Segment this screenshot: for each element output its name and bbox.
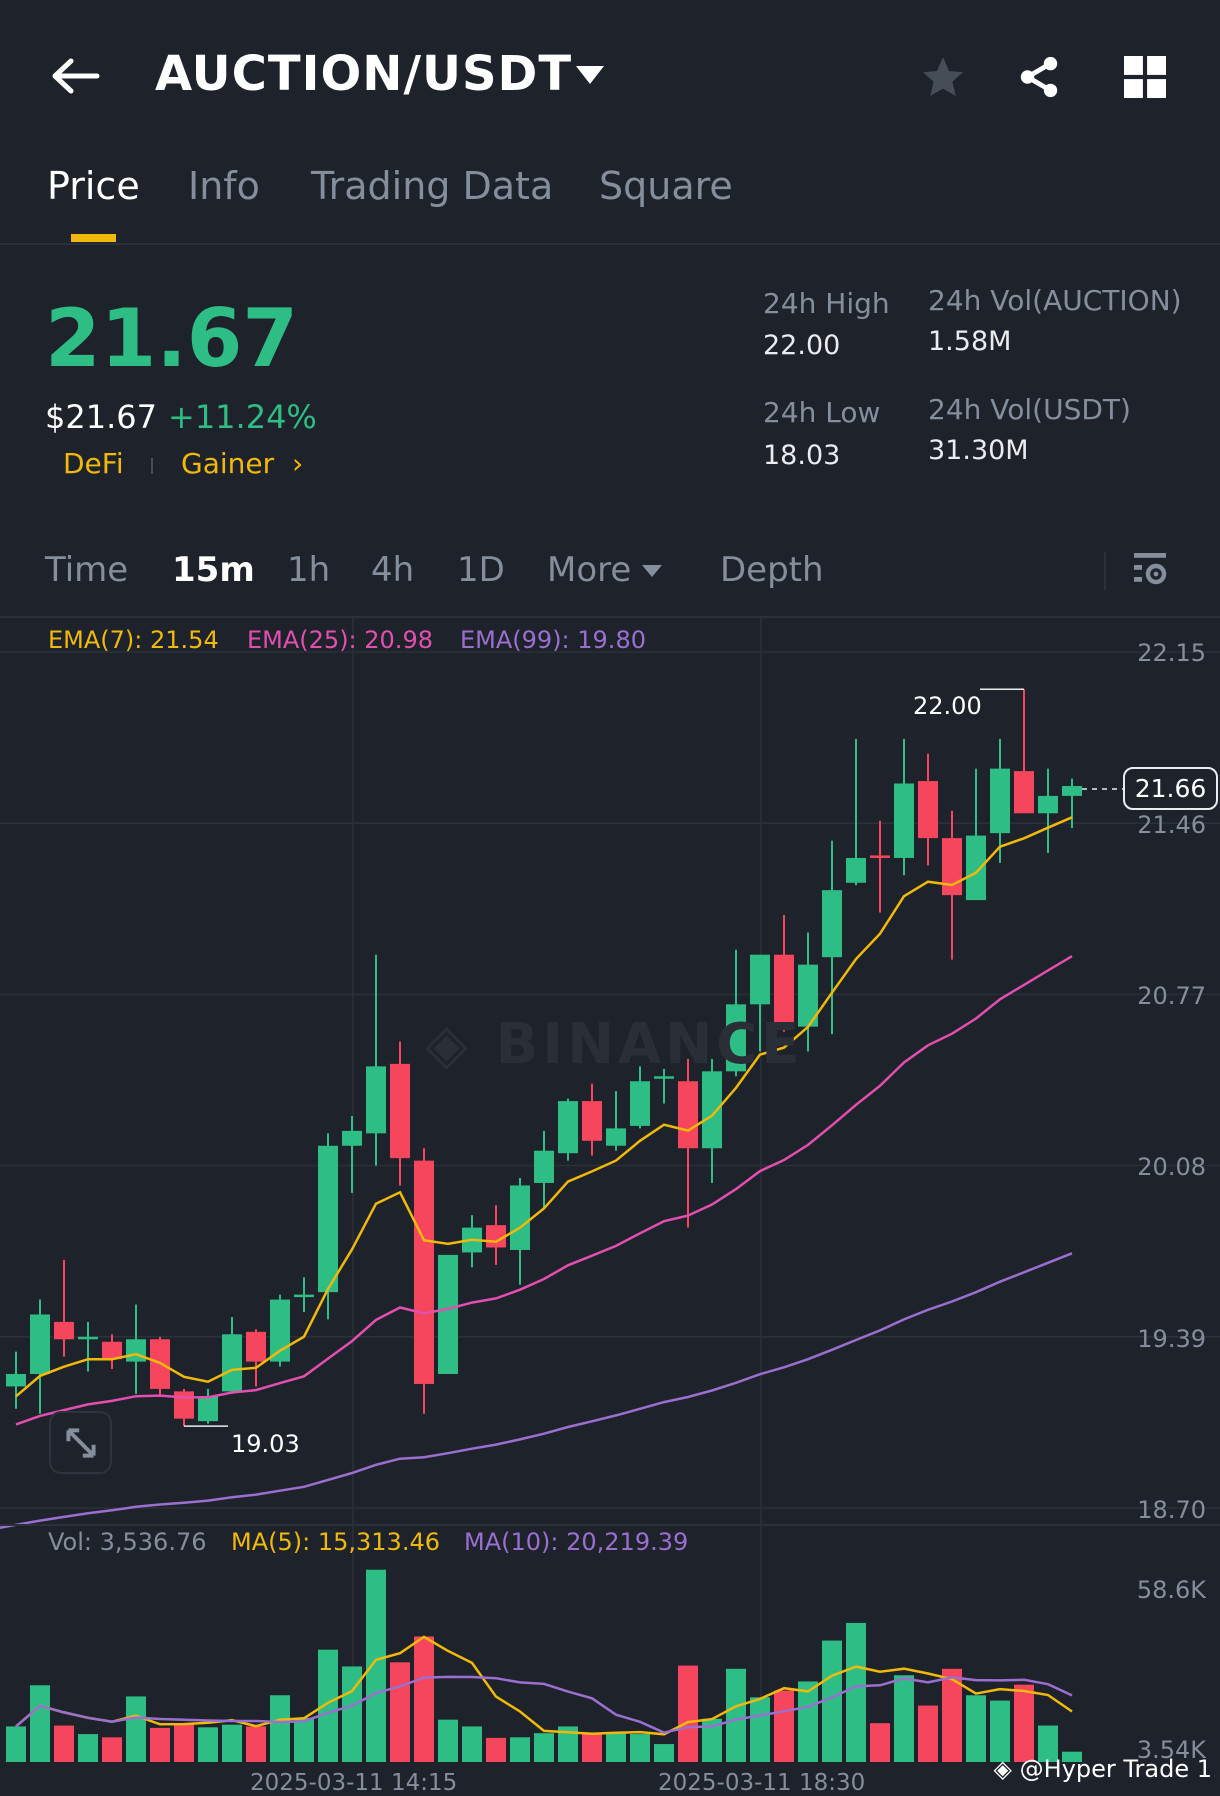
candle-body — [918, 781, 938, 839]
volume-bar — [534, 1733, 554, 1762]
volume-axis-label: 58.6K — [1136, 1576, 1206, 1604]
candle-body — [942, 838, 962, 896]
credit-watermark: ◈ @Hyper Trade 1 — [993, 1755, 1212, 1783]
candle-body — [366, 1066, 386, 1134]
candle-body — [126, 1339, 146, 1362]
volume-bar — [726, 1668, 746, 1762]
volume-bar — [750, 1697, 770, 1762]
volume-bar — [198, 1727, 218, 1762]
price-axis-label: 22.15 — [1137, 639, 1206, 667]
price-axis-label: 19.39 — [1137, 1325, 1206, 1353]
volume-bar — [894, 1675, 914, 1762]
volume-bar — [846, 1622, 866, 1762]
candle-body — [702, 1071, 722, 1149]
volume-bar — [270, 1695, 290, 1762]
volume-bar — [246, 1726, 266, 1762]
volume-bar — [102, 1737, 122, 1762]
fullscreen-expand-icon[interactable] — [49, 1411, 112, 1474]
ema99-legend: EMA(99): 19.80 — [460, 626, 646, 654]
volume-bar — [966, 1695, 986, 1762]
price-axis-label: 20.77 — [1137, 982, 1206, 1010]
candle-body — [894, 783, 914, 858]
volume-bar — [414, 1636, 434, 1762]
ema25-legend: EMA(25): 20.98 — [247, 626, 433, 654]
candle-body — [222, 1334, 242, 1392]
candle-body — [246, 1331, 266, 1362]
volume-bar — [510, 1737, 530, 1762]
volume-bar — [126, 1696, 146, 1762]
volume-bar — [438, 1719, 458, 1762]
candle-body — [1038, 795, 1058, 814]
candle-body — [294, 1294, 314, 1298]
price-axis-label: 21.46 — [1137, 811, 1206, 839]
candle-body — [606, 1128, 626, 1146]
volume-bar — [462, 1726, 482, 1762]
current-price-tag: 21.66 — [1123, 767, 1218, 810]
volume-bar — [798, 1681, 818, 1762]
candle-body — [870, 855, 890, 858]
candle-body — [438, 1254, 458, 1375]
candle-body — [558, 1101, 578, 1154]
candle-body — [822, 890, 842, 958]
candle-body — [750, 954, 770, 1005]
volume-bar — [6, 1726, 26, 1762]
volume-bar — [678, 1665, 698, 1762]
candle-body — [414, 1160, 434, 1384]
watermark-text: BINANCE — [495, 1012, 804, 1077]
candle-body — [990, 768, 1010, 834]
candle-body — [6, 1374, 26, 1387]
high-marker-label: 22.00 — [913, 692, 982, 720]
x-axis-label: 2025-03-11 18:30 — [658, 1770, 866, 1796]
candle-body — [582, 1101, 602, 1141]
volume-bar — [606, 1732, 626, 1762]
ma10-legend: MA(10): 20,219.39 — [464, 1528, 689, 1556]
ema7-line — [15, 816, 1073, 1398]
volume-bar — [30, 1685, 50, 1762]
volume-bar — [918, 1705, 938, 1762]
volume-bar — [774, 1690, 794, 1762]
candle-body — [78, 1336, 98, 1340]
candle-body — [318, 1145, 338, 1293]
volume-bar — [54, 1725, 74, 1762]
candle-body — [342, 1130, 362, 1146]
candle-body — [510, 1185, 530, 1250]
volume-bar — [870, 1723, 890, 1762]
volume-bar — [654, 1744, 674, 1762]
candle-body — [966, 835, 986, 901]
candle-body — [270, 1299, 290, 1362]
volume-bar — [150, 1727, 170, 1762]
volume-legend: Vol: 3,536.76 — [48, 1528, 207, 1556]
volume-bar — [990, 1700, 1010, 1762]
volume-bar — [630, 1734, 650, 1762]
volume-bar — [390, 1662, 410, 1762]
volume-bar — [582, 1734, 602, 1762]
candle-body — [390, 1063, 410, 1159]
volume-bar — [174, 1724, 194, 1762]
candle-body — [174, 1391, 194, 1419]
volume-bar — [222, 1724, 242, 1762]
ma5-legend: MA(5): 15,313.46 — [231, 1528, 440, 1556]
candle-body — [534, 1150, 554, 1183]
candle-body — [1062, 785, 1082, 796]
candle-body — [630, 1081, 650, 1126]
price-axis-label: 20.08 — [1137, 1153, 1206, 1181]
credit-text: @Hyper Trade 1 — [1019, 1755, 1212, 1783]
low-marker-label: 19.03 — [231, 1430, 300, 1458]
binance-watermark: ◈ BINANCE — [425, 1012, 804, 1077]
candle-body — [1014, 771, 1034, 814]
volume-bar — [78, 1734, 98, 1762]
ema7-legend: EMA(7): 21.54 — [48, 626, 219, 654]
volume-bar — [486, 1737, 506, 1762]
price-axis-label: 18.70 — [1137, 1496, 1206, 1524]
candle-body — [678, 1081, 698, 1149]
volume-bar — [366, 1569, 386, 1762]
candle-body — [846, 857, 866, 883]
volume-bar — [1014, 1684, 1034, 1762]
candle-body — [30, 1314, 50, 1375]
volume-bar — [294, 1717, 314, 1762]
candle-body — [54, 1321, 74, 1340]
x-axis-label: 2025-03-11 14:15 — [250, 1770, 458, 1796]
candlestick-chart[interactable] — [0, 0, 1220, 1794]
candle-body — [198, 1396, 218, 1422]
